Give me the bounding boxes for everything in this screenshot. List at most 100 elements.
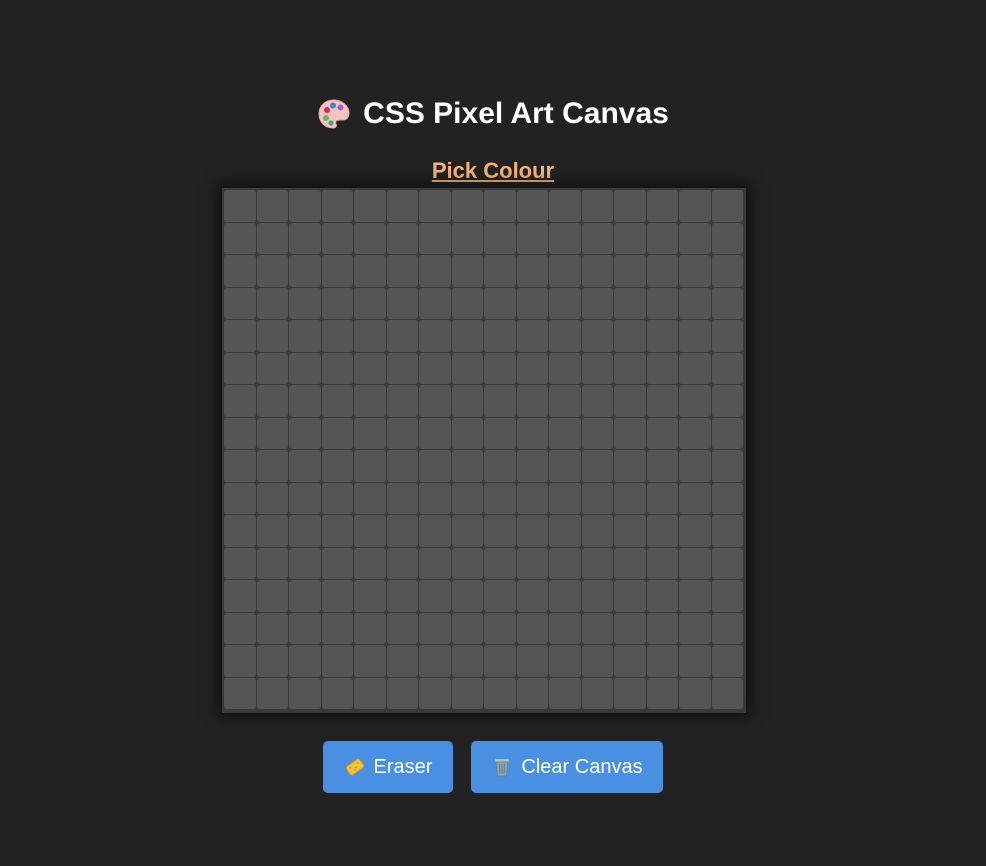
pixel-cell[interactable] — [646, 385, 678, 417]
pixel-cell[interactable] — [646, 417, 678, 449]
pixel-cell[interactable] — [354, 677, 386, 709]
pixel-cell[interactable] — [224, 677, 256, 709]
pixel-cell[interactable] — [289, 222, 321, 254]
pixel-cell[interactable] — [484, 287, 516, 319]
pixel-cell[interactable] — [549, 417, 581, 449]
pixel-cell[interactable] — [321, 612, 353, 644]
pixel-cell[interactable] — [224, 417, 256, 449]
pixel-cell[interactable] — [646, 320, 678, 352]
pixel-cell[interactable] — [386, 515, 418, 547]
pixel-cell[interactable] — [484, 352, 516, 384]
pixel-cell[interactable] — [224, 320, 256, 352]
pixel-cell[interactable] — [614, 677, 646, 709]
pixel-cell[interactable] — [419, 677, 451, 709]
pixel-cell[interactable] — [711, 255, 743, 287]
pixel-cell[interactable] — [354, 515, 386, 547]
pixel-cell[interactable] — [386, 287, 418, 319]
pixel-cell[interactable] — [386, 352, 418, 384]
pixel-cell[interactable] — [419, 255, 451, 287]
pixel-cell[interactable] — [484, 645, 516, 677]
pixel-cell[interactable] — [581, 547, 613, 579]
pixel-cell[interactable] — [711, 222, 743, 254]
pixel-cell[interactable] — [516, 385, 548, 417]
pixel-cell[interactable] — [224, 450, 256, 482]
pixel-cell[interactable] — [679, 287, 711, 319]
pixel-cell[interactable] — [289, 352, 321, 384]
pixel-cell[interactable] — [516, 417, 548, 449]
pixel-cell[interactable] — [679, 612, 711, 644]
pixel-cell[interactable] — [451, 515, 483, 547]
pixel-cell[interactable] — [354, 547, 386, 579]
pixel-cell[interactable] — [386, 450, 418, 482]
pixel-cell[interactable] — [711, 417, 743, 449]
pixel-cell[interactable] — [484, 385, 516, 417]
pixel-cell[interactable] — [581, 482, 613, 514]
pixel-cell[interactable] — [256, 287, 288, 319]
pixel-cell[interactable] — [451, 222, 483, 254]
pixel-cell[interactable] — [581, 320, 613, 352]
pixel-cell[interactable] — [581, 222, 613, 254]
pixel-cell[interactable] — [516, 612, 548, 644]
pixel-cell[interactable] — [256, 580, 288, 612]
pixel-cell[interactable] — [581, 190, 613, 222]
pixel-cell[interactable] — [386, 385, 418, 417]
pixel-cell[interactable] — [224, 190, 256, 222]
pixel-cell[interactable] — [354, 190, 386, 222]
pixel-cell[interactable] — [614, 320, 646, 352]
pixel-cell[interactable] — [646, 580, 678, 612]
pixel-cell[interactable] — [614, 482, 646, 514]
pixel-cell[interactable] — [289, 450, 321, 482]
pixel-cell[interactable] — [646, 515, 678, 547]
pixel-cell[interactable] — [321, 222, 353, 254]
pixel-cell[interactable] — [549, 287, 581, 319]
pixel-cell[interactable] — [256, 677, 288, 709]
pixel-cell[interactable] — [516, 255, 548, 287]
pixel-cell[interactable] — [386, 547, 418, 579]
pixel-cell[interactable] — [451, 417, 483, 449]
pixel-cell[interactable] — [484, 580, 516, 612]
pixel-cell[interactable] — [321, 580, 353, 612]
pixel-cell[interactable] — [256, 320, 288, 352]
pixel-cell[interactable] — [646, 352, 678, 384]
pixel-cell[interactable] — [321, 515, 353, 547]
pixel-cell[interactable] — [711, 287, 743, 319]
pixel-cell[interactable] — [321, 547, 353, 579]
pixel-cell[interactable] — [224, 612, 256, 644]
pixel-cell[interactable] — [646, 287, 678, 319]
pixel-cell[interactable] — [711, 612, 743, 644]
pixel-cell[interactable] — [256, 547, 288, 579]
pixel-cell[interactable] — [646, 547, 678, 579]
pixel-cell[interactable] — [646, 645, 678, 677]
pixel-cell[interactable] — [549, 190, 581, 222]
pixel-cell[interactable] — [289, 385, 321, 417]
pixel-cell[interactable] — [451, 612, 483, 644]
pixel-cell[interactable] — [516, 515, 548, 547]
pixel-cell[interactable] — [419, 320, 451, 352]
pixel-cell[interactable] — [711, 580, 743, 612]
pixel-cell[interactable] — [581, 677, 613, 709]
pixel-cell[interactable] — [256, 385, 288, 417]
pixel-cell[interactable] — [549, 222, 581, 254]
pixel-cell[interactable] — [516, 222, 548, 254]
pixel-cell[interactable] — [419, 385, 451, 417]
pixel-cell[interactable] — [321, 255, 353, 287]
pixel-cell[interactable] — [289, 645, 321, 677]
pixel-cell[interactable] — [321, 482, 353, 514]
pixel-cell[interactable] — [419, 547, 451, 579]
pixel-cell[interactable] — [614, 222, 646, 254]
pixel-cell[interactable] — [354, 482, 386, 514]
pixel-cell[interactable] — [386, 482, 418, 514]
pixel-cell[interactable] — [679, 255, 711, 287]
pixel-cell[interactable] — [484, 190, 516, 222]
pixel-cell[interactable] — [516, 677, 548, 709]
pixel-cell[interactable] — [224, 222, 256, 254]
pixel-cell[interactable] — [224, 645, 256, 677]
pixel-cell[interactable] — [549, 645, 581, 677]
pixel-cell[interactable] — [289, 255, 321, 287]
pixel-cell[interactable] — [224, 352, 256, 384]
pixel-cell[interactable] — [711, 515, 743, 547]
pixel-cell[interactable] — [256, 352, 288, 384]
pixel-cell[interactable] — [484, 255, 516, 287]
pixel-cell[interactable] — [386, 417, 418, 449]
pixel-cell[interactable] — [679, 450, 711, 482]
